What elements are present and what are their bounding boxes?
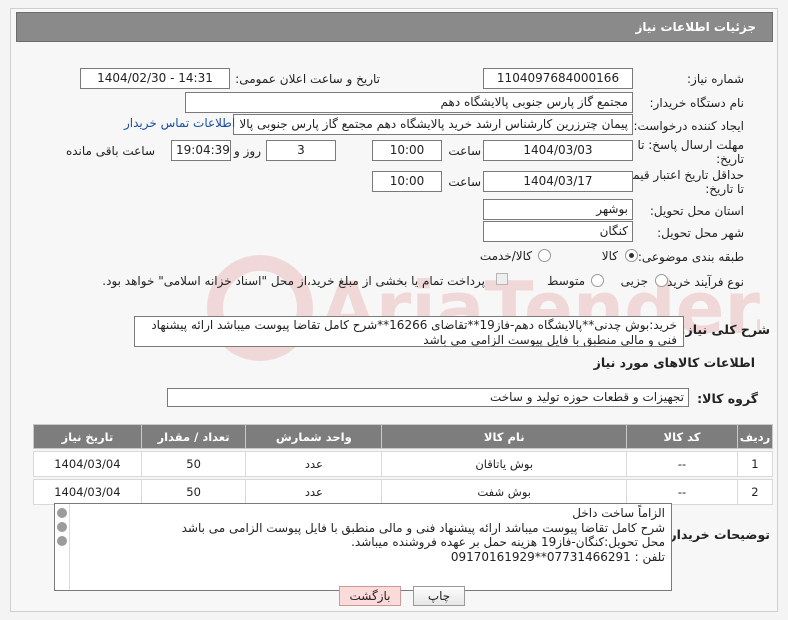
process-minor-label: جزیی [620, 274, 648, 288]
category-goods-label: کالا [601, 249, 618, 263]
description-label: شرح کلی نیاز: [680, 322, 770, 337]
category-goods-service-radio[interactable] [538, 249, 551, 262]
days-label: روز و [234, 144, 261, 158]
goods-table: ردیف کد کالا نام کالا واحد شمارش تعداد /… [33, 424, 774, 505]
remaining-time-field: 19:04:39 [171, 140, 231, 161]
requester-field: پیمان چترزرین کارشناس ارشد خرید پالایشگا… [233, 114, 633, 135]
cell-unit: عدد [245, 479, 383, 505]
city-field: کنگان [483, 221, 633, 242]
validity-date-field: 1404/03/17 [483, 171, 633, 192]
col-date: تاریخ نیاز [33, 424, 142, 449]
need-number-field: 1104097684000166 [483, 68, 633, 89]
cell-row: 1 [736, 451, 774, 477]
scroll-thumb-icon[interactable] [57, 522, 67, 532]
cell-qty: 50 [140, 479, 247, 505]
city-label: شهر محل تحویل: [657, 226, 744, 240]
category-goods-radio[interactable] [625, 249, 638, 262]
goods-group-field: تجهیزات و قطعات حوزه تولید و ساخت [167, 388, 689, 407]
need-number-label: شماره نیاز: [687, 72, 744, 86]
cell-code: -- [626, 451, 738, 477]
deadline-label-1: مهلت ارسال پاسخ: تا [637, 138, 744, 152]
notes-scrollbar[interactable] [54, 504, 70, 590]
cell-row: 2 [736, 479, 774, 505]
buyer-notes-field[interactable]: الزاماً ساخت داخل شرح کامل تقاضا پیوست م… [54, 503, 672, 591]
remaining-time-label: ساعت باقی مانده [65, 144, 155, 158]
deadline-time-label: ساعت [448, 144, 481, 158]
validity-label-1: حداقل تاریخ اعتبار قیمت: [617, 168, 744, 182]
announce-label: تاریخ و ساعت اعلان عمومی: [235, 72, 380, 86]
cell-name: بوش شفت [381, 479, 628, 505]
buyer-notes-line: محل تحویل:کنگان-فاز19 هزینه حمل بر عهده … [351, 535, 665, 549]
province-label: استان محل تحویل: [649, 204, 744, 218]
col-qty: تعداد / مقدار [140, 424, 247, 449]
contact-info-link[interactable]: اطلاعات تماس خریدار [124, 116, 235, 130]
buyer-notes-line: الزاماً ساخت داخل [572, 506, 665, 520]
table-row: 1 -- بوش یاتاقان عدد 50 1404/03/04 [33, 451, 774, 477]
requester-label: ایجاد کننده درخواست: [633, 119, 744, 133]
col-code: کد کالا [626, 424, 738, 449]
goods-group-label: گروه کالا: [697, 391, 758, 406]
scroll-up-icon[interactable] [57, 508, 67, 518]
days-remaining-field: 3 [266, 140, 336, 161]
buyer-notes-line: تلفن : 07731466291**09170161929 [450, 549, 665, 564]
deadline-time-field: 10:00 [372, 140, 442, 161]
validity-label-2: تا تاریخ: [705, 182, 744, 196]
process-minor-radio[interactable] [655, 274, 668, 287]
buyer-org-field: مجتمع گاز پارس جنوبی پالایشگاه دهم [185, 92, 633, 113]
col-row: ردیف [736, 424, 774, 449]
table-row: 2 -- بوش شفت عدد 50 1404/03/04 [33, 479, 774, 505]
category-label: طبقه بندی موضوعی: [637, 250, 744, 264]
cell-qty: 50 [140, 451, 247, 477]
col-unit: واحد شمارش [245, 424, 383, 449]
category-goods-service-label: کالا/خدمت [479, 249, 532, 263]
print-button[interactable]: چاپ [413, 586, 465, 606]
cell-unit: عدد [245, 451, 383, 477]
deadline-label-2: تاریخ: [716, 152, 744, 166]
page-title: جزئیات اطلاعات نیاز [16, 12, 773, 42]
buyer-notes-label: توضیحات خریدار: [664, 527, 770, 542]
province-field: بوشهر [483, 199, 633, 220]
buyer-org-label: نام دستگاه خریدار: [649, 96, 745, 110]
buyer-notes-line: شرح کامل تقاضا پیوست میباشد ارائه پیشنها… [181, 520, 665, 535]
cell-code: -- [626, 479, 738, 505]
description-field: خرید:بوش چدنی**پالایشگاه دهم-فاز19**تقاض… [134, 316, 684, 347]
announce-field: 1404/02/30 - 14:31 [80, 68, 230, 89]
treasury-payment-checkbox[interactable] [496, 273, 508, 285]
table-header-row: ردیف کد کالا نام کالا واحد شمارش تعداد /… [33, 424, 774, 449]
process-label: نوع فرآیند خرید : [659, 275, 744, 289]
process-medium-radio[interactable] [591, 274, 604, 287]
process-medium-label: متوسط [547, 274, 585, 288]
deadline-date-field: 1404/03/03 [483, 140, 633, 161]
validity-time-field: 10:00 [372, 171, 442, 192]
col-name: نام کالا [381, 424, 628, 449]
validity-time-label: ساعت [448, 175, 481, 189]
goods-section-title: اطلاعات کالاهای مورد نیاز [593, 355, 755, 370]
scroll-down-icon[interactable] [57, 536, 67, 546]
cell-name: بوش یاتاقان [381, 451, 628, 477]
treasury-payment-note: پرداخت تمام یا بخشی از مبلغ خرید،از محل … [102, 274, 485, 288]
back-button[interactable]: بازگشت [339, 586, 401, 606]
cell-date: 1404/03/04 [33, 479, 142, 505]
cell-date: 1404/03/04 [33, 451, 142, 477]
